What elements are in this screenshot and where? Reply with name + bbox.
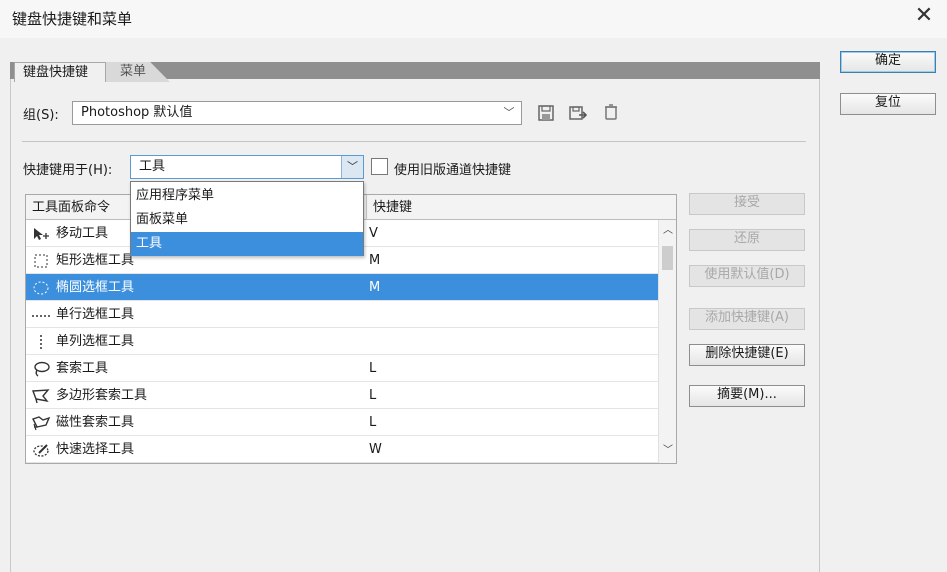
shortcuts-for-select[interactable]: 工具 ﹀ xyxy=(130,155,364,179)
table-row[interactable]: 单列选框工具 xyxy=(26,328,658,355)
column-header-command[interactable]: 工具面板命令 xyxy=(26,195,110,220)
summary-button[interactable]: 摘要(M)... xyxy=(689,385,805,407)
magnetic-lasso-icon xyxy=(32,416,51,431)
single-column-marquee-icon xyxy=(40,335,42,349)
table-row-selected[interactable]: 椭圆选框工具 M xyxy=(26,274,658,301)
command-name: 椭圆选框工具 xyxy=(56,280,135,295)
command-name: 单列选框工具 xyxy=(56,334,135,349)
separator xyxy=(22,141,806,142)
save-set-icon[interactable] xyxy=(536,103,556,123)
polygon-lasso-icon xyxy=(32,389,50,404)
group-select[interactable]: Photoshop 默认值 ﹀ xyxy=(72,101,522,125)
table-row[interactable]: 快速选择工具 W xyxy=(26,436,658,463)
shortcuts-for-dropdown: 应用程序菜单 面板菜单 工具 xyxy=(130,181,364,256)
command-name: 多边形套索工具 xyxy=(56,388,148,403)
command-name: 矩形选框工具 xyxy=(56,253,135,268)
column-header-shortcut[interactable]: 快捷键 xyxy=(366,195,412,220)
table-row[interactable]: 单行选框工具 xyxy=(26,301,658,328)
command-name: 移动工具 xyxy=(56,226,109,241)
quick-select-icon xyxy=(33,444,49,457)
use-default-button[interactable]: 使用默认值(D) xyxy=(689,265,805,287)
title-bar xyxy=(0,0,947,38)
move-tool-icon xyxy=(34,228,49,240)
tab-keyboard-shortcuts-label: 键盘快捷键 xyxy=(23,65,89,80)
table-scrollbar[interactable]: ︿ ﹀ xyxy=(658,220,676,463)
shortcut-key: L xyxy=(369,388,377,403)
table-row[interactable]: 磁性套索工具 L xyxy=(26,409,658,436)
save-as-set-icon[interactable] xyxy=(568,103,588,123)
group-label: 组(S): xyxy=(23,108,59,123)
tab-keyboard-shortcuts[interactable]: 键盘快捷键 xyxy=(14,62,106,82)
accept-button[interactable]: 接受 xyxy=(689,193,805,215)
chevron-down-icon: ﹀ xyxy=(503,106,515,119)
scroll-up-icon[interactable]: ︿ xyxy=(659,222,676,240)
shortcuts-for-label: 快捷键用于(H): xyxy=(23,163,113,178)
delete-shortcut-button[interactable]: 删除快捷键(E) xyxy=(689,344,805,366)
shortcut-key: M xyxy=(369,280,381,295)
reset-button[interactable]: 复位 xyxy=(840,93,936,115)
command-name: 快速选择工具 xyxy=(56,442,135,457)
ellipse-marquee-icon xyxy=(33,281,49,295)
legacy-channel-checkbox[interactable] xyxy=(371,158,388,175)
delete-set-icon[interactable] xyxy=(601,102,621,122)
legacy-channel-label: 使用旧版通道快捷键 xyxy=(394,163,512,178)
shortcut-key: L xyxy=(369,415,377,430)
shortcuts-for-value: 工具 xyxy=(139,159,166,174)
shortcut-key: M xyxy=(369,253,381,268)
shortcut-key: L xyxy=(369,361,377,376)
tab-menus-label: 菜单 xyxy=(120,64,147,79)
table-row[interactable]: 套索工具 L xyxy=(26,355,658,382)
scroll-down-icon[interactable]: ﹀ xyxy=(659,442,676,460)
close-icon[interactable]: ✕ xyxy=(912,2,936,30)
dropdown-option-tools[interactable]: 工具 xyxy=(131,232,363,256)
single-row-marquee-icon xyxy=(32,315,50,317)
chevron-down-icon: ﹀ xyxy=(341,156,363,178)
table-row[interactable]: 多边形套索工具 L xyxy=(26,382,658,409)
dropdown-option-app-menu[interactable]: 应用程序菜单 xyxy=(131,184,363,208)
dropdown-option-panel-menu[interactable]: 面板菜单 xyxy=(131,208,363,232)
dialog-title: 键盘快捷键和菜单 xyxy=(12,10,133,28)
lasso-icon xyxy=(34,361,50,377)
ok-button[interactable]: 确定 xyxy=(840,51,936,73)
command-name: 套索工具 xyxy=(56,361,109,376)
shortcut-key: W xyxy=(369,442,382,457)
group-select-value: Photoshop 默认值 xyxy=(81,105,193,120)
shortcut-key: V xyxy=(369,226,378,241)
scrollbar-thumb[interactable] xyxy=(662,246,673,270)
command-name: 单行选框工具 xyxy=(56,307,135,322)
command-name: 磁性套索工具 xyxy=(56,415,135,430)
add-shortcut-button[interactable]: 添加快捷键(A) xyxy=(689,308,805,330)
rect-marquee-icon xyxy=(34,254,48,268)
undo-button[interactable]: 还原 xyxy=(689,229,805,251)
